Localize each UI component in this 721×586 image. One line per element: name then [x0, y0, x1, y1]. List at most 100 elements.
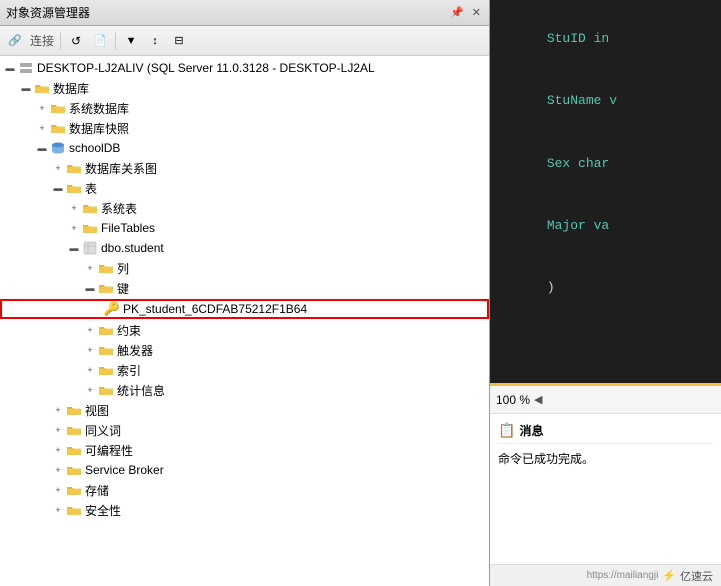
expand-diagrams[interactable]: +	[50, 160, 66, 176]
security-label: 安全性	[85, 502, 121, 519]
databases-folder-icon	[34, 80, 50, 96]
refresh-button[interactable]: ↺	[65, 30, 87, 52]
expand-storage[interactable]: +	[50, 482, 66, 498]
connect-button[interactable]: 🔗	[4, 30, 26, 52]
pin-button[interactable]: 📌	[448, 6, 466, 19]
expand-stats[interactable]: +	[82, 382, 98, 398]
tree-node-filetables[interactable]: + FileTables	[0, 218, 489, 238]
close-button[interactable]: ✕	[470, 6, 483, 19]
watermark-text: 亿速云	[680, 568, 713, 584]
tree-area: ▬ DESKTOP-LJ2ALIV (SQL Server 11.0.3128 …	[0, 56, 489, 586]
collapse-icon: ⊟	[174, 34, 183, 47]
expand-keys[interactable]: ▬	[82, 280, 98, 296]
snapshots-label: 数据库快照	[69, 120, 129, 137]
diagrams-icon	[66, 160, 82, 176]
tree-node-server[interactable]: ▬ DESKTOP-LJ2ALIV (SQL Server 11.0.3128 …	[0, 58, 489, 78]
expand-synonyms[interactable]: +	[50, 422, 66, 438]
expand-system-dbs[interactable]: +	[34, 100, 50, 116]
service-broker-icon	[66, 462, 82, 478]
constraints-icon	[98, 322, 114, 338]
views-label: 视图	[85, 402, 109, 419]
synonyms-icon	[66, 422, 82, 438]
expand-databases[interactable]: ▬	[18, 80, 34, 96]
tree-node-pk-student[interactable]: 🔑 PK_student_6CDFAB75212F1B64	[0, 299, 489, 319]
expand-service-broker[interactable]: +	[50, 462, 66, 478]
expand-filetables[interactable]: +	[66, 220, 82, 236]
tree-node-constraints[interactable]: + 约束	[0, 320, 489, 340]
tree-node-databases[interactable]: ▬ 数据库	[0, 78, 489, 98]
filter-icon: ▼	[126, 35, 137, 47]
tree-node-sys-tables[interactable]: + 系统表	[0, 198, 489, 218]
connect-icon: 🔗	[8, 34, 22, 47]
expand-snapshots[interactable]: +	[34, 120, 50, 136]
tree-node-snapshots[interactable]: + 数据库快照	[0, 118, 489, 138]
storage-icon	[66, 482, 82, 498]
tree-node-views[interactable]: + 视图	[0, 400, 489, 420]
code-line-4: Major va	[500, 195, 711, 257]
tree-node-indexes[interactable]: + 索引	[0, 360, 489, 380]
collapse-button[interactable]: ⊟	[168, 30, 190, 52]
tree-node-schooldb[interactable]: ▬ schoolDB	[0, 138, 489, 158]
pk-student-label: PK_student_6CDFAB75212F1B64	[123, 302, 307, 316]
system-dbs-icon	[50, 100, 66, 116]
refresh-icon: ↺	[71, 34, 81, 48]
tree-node-student[interactable]: ▬ dbo.student	[0, 238, 489, 258]
expand-programmability[interactable]: +	[50, 442, 66, 458]
expand-sys-tables[interactable]: +	[66, 200, 82, 216]
right-panel: StuID in StuName v Sex char Major va ) 1…	[490, 0, 721, 586]
filter-button[interactable]: ▼	[120, 30, 142, 52]
tree-node-storage[interactable]: + 存储	[0, 480, 489, 500]
tree-node-synonyms[interactable]: + 同义词	[0, 420, 489, 440]
schooldb-icon	[50, 140, 66, 156]
tree-node-system-dbs[interactable]: + 系统数据库	[0, 98, 489, 118]
toolbar: 🔗 连接 ↺ 📄 ▼ ↕ ⊟	[0, 26, 489, 56]
indexes-icon	[98, 362, 114, 378]
storage-label: 存储	[85, 482, 109, 499]
triggers-label: 触发器	[117, 342, 153, 359]
expand-indexes[interactable]: +	[82, 362, 98, 378]
tree-node-service-broker[interactable]: + Service Broker	[0, 460, 489, 480]
tree-node-tables[interactable]: ▬ 表	[0, 178, 489, 198]
code-text-4: Major va	[547, 218, 609, 233]
tree-node-security[interactable]: + 安全性	[0, 500, 489, 520]
code-text-2: StuName v	[547, 93, 617, 108]
expand-tables[interactable]: ▬	[50, 180, 66, 196]
expand-constraints[interactable]: +	[82, 322, 98, 338]
expand-security[interactable]: +	[50, 502, 66, 518]
expand-triggers[interactable]: +	[82, 342, 98, 358]
title-controls: 📌 ✕	[448, 6, 483, 19]
tree-node-diagrams[interactable]: + 数据库关系图	[0, 158, 489, 178]
tree-node-triggers[interactable]: + 触发器	[0, 340, 489, 360]
sync-button[interactable]: ↕	[144, 30, 166, 52]
diagrams-label: 数据库关系图	[85, 160, 157, 177]
sys-tables-label: 系统表	[101, 200, 137, 217]
query-icon: 📄	[93, 34, 107, 47]
bottom-bar: https://mailiangji ⚡ 亿速云	[490, 564, 721, 586]
code-text-3: Sex char	[547, 156, 609, 171]
tree-node-keys[interactable]: ▬ 键	[0, 278, 489, 298]
code-line-5: )	[500, 258, 711, 320]
student-table-icon	[82, 240, 98, 256]
columns-icon	[98, 260, 114, 276]
tree-node-columns[interactable]: + 列	[0, 258, 489, 278]
tree-node-programmability[interactable]: + 可编程性	[0, 440, 489, 460]
service-broker-label: Service Broker	[85, 463, 164, 477]
expand-server[interactable]: ▬	[2, 60, 18, 76]
messages-content: 命令已成功完成。	[498, 444, 713, 473]
code-line-2: StuName v	[500, 70, 711, 132]
sync-icon: ↕	[152, 35, 158, 47]
student-label: dbo.student	[101, 241, 164, 255]
scroll-left-button[interactable]: ◀	[534, 393, 542, 406]
expand-student[interactable]: ▬	[66, 240, 82, 256]
tree-node-stats[interactable]: + 统计信息	[0, 380, 489, 400]
panel-titlebar: 对象资源管理器 📌 ✕	[0, 0, 489, 26]
expand-views[interactable]: +	[50, 402, 66, 418]
server-label: DESKTOP-LJ2ALIV (SQL Server 11.0.3128 - …	[37, 61, 375, 75]
expand-schooldb[interactable]: ▬	[34, 140, 50, 156]
schooldb-label: schoolDB	[69, 141, 120, 155]
views-icon	[66, 402, 82, 418]
expand-columns[interactable]: +	[82, 260, 98, 276]
databases-label: 数据库	[53, 80, 89, 97]
new-query-button[interactable]: 📄	[89, 30, 111, 52]
code-text-1: StuID in	[547, 31, 609, 46]
